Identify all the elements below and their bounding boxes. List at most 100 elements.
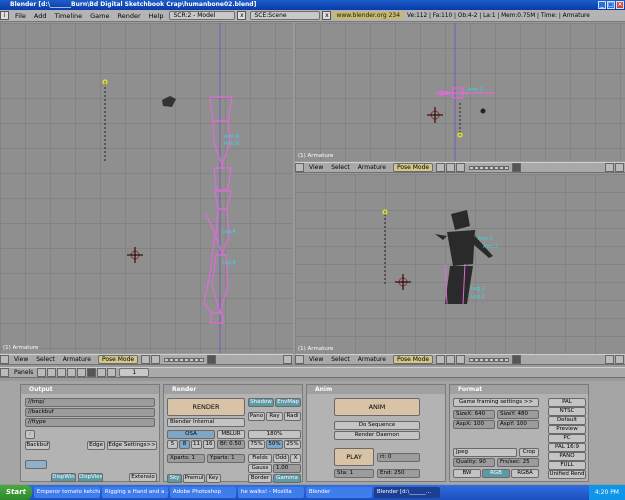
taskbar-item[interactable]: he walks! - Mozilla	[237, 487, 304, 498]
layer-buttons[interactable]	[164, 357, 205, 362]
mode-selector[interactable]: Pose Mode	[392, 163, 434, 172]
game-framing-button[interactable]: Game framing settings >>	[453, 398, 539, 407]
ftype-path-field[interactable]: //ftype	[25, 418, 155, 427]
menu-timeline[interactable]: Timeline	[50, 12, 86, 20]
editing-icon[interactable]	[77, 368, 87, 377]
key-toggle[interactable]: Key	[206, 474, 221, 483]
render-engine-select[interactable]: Blender Internal	[167, 418, 245, 427]
preset-ntsc[interactable]: NTSC	[548, 407, 586, 416]
pivot-icon[interactable]	[151, 355, 161, 364]
osa-11-button[interactable]: 11	[191, 440, 202, 449]
rt-field[interactable]: rt: 0	[377, 453, 420, 462]
do-sequence-toggle[interactable]: Do Sequence	[334, 421, 420, 430]
rgba-button[interactable]: RGBA	[511, 469, 539, 478]
pose-icon[interactable]	[615, 163, 624, 172]
dispview-button[interactable]: DispView	[78, 473, 103, 482]
window-type-icon[interactable]	[0, 355, 9, 364]
edge-button[interactable]: Edge	[87, 441, 105, 450]
preset-pano[interactable]: PANO	[548, 452, 586, 461]
fps-field[interactable]: Frs/sec: 25	[497, 458, 539, 467]
menu-armature[interactable]: Armature	[354, 164, 390, 171]
screen-selector[interactable]: SCR:2 - Model	[169, 11, 236, 20]
pivot-icon[interactable]	[446, 163, 456, 172]
anim-button[interactable]: ANIM	[334, 398, 420, 416]
taskbar-item-active[interactable]: Blender [d:\______...	[373, 487, 440, 498]
osa-16-button[interactable]: 16	[203, 440, 215, 449]
menu-select[interactable]: Select	[327, 164, 354, 171]
blur-factor-field[interactable]: Bf: 0.50	[217, 440, 245, 449]
frame-field[interactable]: 1	[119, 368, 150, 377]
file-format-select[interactable]: Jpeg	[453, 448, 517, 457]
taskbar-item[interactable]: Adobe Photoshop	[169, 487, 236, 498]
layer-buttons[interactable]	[469, 165, 510, 170]
fields-toggle[interactable]: Fields	[248, 454, 272, 463]
menu-file[interactable]: File	[11, 12, 30, 20]
gauss-toggle[interactable]: Gauss	[248, 464, 272, 473]
size-25-button[interactable]: 25%	[284, 440, 301, 449]
menu-select[interactable]: Select	[32, 356, 59, 363]
rgb-button[interactable]: RGB	[482, 469, 510, 478]
viewport-front[interactable]: Arm.R Arm.R Leg.R Leg.R (1) Armature	[0, 23, 293, 353]
preset-pal169[interactable]: PAL 16:9	[548, 443, 586, 452]
osa-8-button[interactable]: 8	[179, 440, 190, 449]
shadow-toggle[interactable]: Shadow	[248, 398, 274, 407]
anim-buttons-icon[interactable]	[107, 368, 117, 377]
start-frame-field[interactable]: Sta: 1	[334, 469, 374, 478]
draw-type-icon[interactable]	[436, 163, 446, 172]
envmap-toggle[interactable]: EnvMap	[275, 398, 301, 407]
x-toggle[interactable]: X	[290, 454, 301, 463]
layer-buttons[interactable]	[469, 357, 510, 362]
preset-full[interactable]: FULL	[548, 461, 586, 470]
end-frame-field[interactable]: End: 250	[377, 469, 420, 478]
border-toggle[interactable]: Border	[248, 474, 272, 483]
object-icon[interactable]	[67, 368, 77, 377]
ray-toggle[interactable]: Ray	[266, 412, 283, 421]
viewport-top[interactable]: Arm.1 (1) Armature	[295, 23, 625, 161]
taskbar-item[interactable]: Emperor tomato ketchup	[33, 487, 100, 498]
pose-icon[interactable]	[615, 355, 624, 364]
menu-view[interactable]: View	[305, 164, 327, 171]
pivot-icon[interactable]	[446, 355, 456, 364]
aspy-field[interactable]: AspY: 100	[497, 420, 539, 429]
size-50-button[interactable]: 50%	[266, 440, 283, 449]
play-button[interactable]: PLAY	[334, 448, 374, 466]
blender-url[interactable]: www.blender.org 234	[333, 12, 404, 19]
menu-select[interactable]: Select	[327, 356, 354, 363]
size-75-button[interactable]: 75%	[248, 440, 265, 449]
radio-toggle[interactable]: Radi	[284, 412, 301, 421]
crop-toggle[interactable]: Crop	[519, 448, 539, 457]
mblur-toggle[interactable]: MBLUR	[217, 430, 245, 439]
taskbar-item[interactable]: Rigging a Hand and a ...	[101, 487, 168, 498]
edge-settings-button[interactable]: Edge Settings>>	[107, 441, 157, 450]
taskbar-item[interactable]: Blender	[305, 487, 372, 498]
gauss-value-field[interactable]: 1.00	[273, 464, 301, 473]
window-type-icon[interactable]	[295, 163, 304, 172]
osa-5-button[interactable]: 5	[167, 440, 178, 449]
backbuf-button[interactable]: Backbuf	[25, 441, 50, 450]
maximize-button[interactable]: □	[607, 1, 615, 9]
script-icon[interactable]	[47, 368, 57, 377]
mode-selector[interactable]: Pose Mode	[392, 355, 434, 364]
unified-render-toggle[interactable]: Unified Rend	[548, 470, 586, 479]
preset-pal[interactable]: PAL	[548, 398, 586, 407]
size-180-button[interactable]: 180%	[248, 430, 301, 439]
menu-panels[interactable]: Panels	[10, 369, 37, 376]
viewport-perspective[interactable]: Arm.1 Arm.2 Leg.1 Leg.2 (1) Armature	[295, 174, 625, 354]
extensions-button[interactable]: Extensio	[129, 473, 157, 482]
preset-default[interactable]: Default	[548, 416, 586, 425]
menu-game[interactable]: Game	[86, 12, 113, 20]
dither-grid-icon[interactable]	[25, 460, 47, 469]
menu-armature[interactable]: Armature	[354, 356, 390, 363]
lock-icon[interactable]	[512, 163, 522, 172]
menu-render[interactable]: Render	[113, 12, 144, 20]
lock-icon[interactable]	[207, 355, 217, 364]
xparts-field[interactable]: Xparts: 1	[167, 454, 205, 463]
render-button[interactable]: RENDER	[167, 398, 245, 416]
window-type-icon[interactable]	[0, 368, 9, 377]
pano-toggle[interactable]: Pano	[248, 412, 265, 421]
premul-toggle[interactable]: Premul	[183, 474, 205, 483]
gamma-toggle[interactable]: Gamma	[273, 474, 301, 483]
minimize-button[interactable]: _	[598, 1, 606, 9]
aspx-field[interactable]: AspX: 100	[453, 420, 495, 429]
menu-help[interactable]: Help	[145, 12, 168, 20]
